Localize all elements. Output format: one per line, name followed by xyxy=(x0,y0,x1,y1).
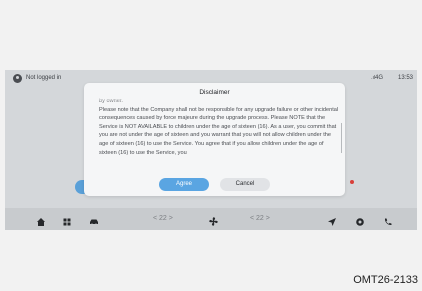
taskbar: < 22 > < 22 > xyxy=(5,208,417,230)
clock: 13:53 xyxy=(397,75,413,81)
phone-icon[interactable] xyxy=(383,214,393,226)
navigation-icon[interactable] xyxy=(327,214,337,226)
home-icon[interactable] xyxy=(36,214,46,226)
dialog-body[interactable]: by owner.Please note that the Company sh… xyxy=(99,97,339,171)
fan-icon[interactable] xyxy=(208,214,218,226)
agree-button[interactable]: Agree xyxy=(159,178,209,191)
fade-bottom xyxy=(99,157,339,171)
disclaimer-dialog: Disclaimer by owner.Please note that the… xyxy=(84,83,345,196)
driver-temperature[interactable]: < 22 > xyxy=(153,214,173,224)
car-icon[interactable] xyxy=(89,214,99,226)
disclaimer-text: by owner.Please note that the Company sh… xyxy=(99,97,339,157)
apps-grid-icon[interactable] xyxy=(62,214,72,226)
dialog-scrollbar[interactable] xyxy=(341,123,342,153)
signal-indicator: .ıl4G xyxy=(371,74,383,83)
settings-icon[interactable] xyxy=(355,214,365,226)
fade-top xyxy=(99,97,339,103)
cancel-button[interactable]: Cancel xyxy=(220,178,270,191)
alert-dot xyxy=(350,180,354,184)
login-status[interactable]: Not logged in xyxy=(26,74,61,83)
dialog-title: Disclaimer xyxy=(199,89,230,96)
user-icon[interactable] xyxy=(13,74,22,83)
passenger-temperature[interactable]: < 22 > xyxy=(250,214,270,224)
figure-code: OMT26-2133 xyxy=(353,274,418,286)
disclaimer-paragraph: Please note that the Company shall not b… xyxy=(99,106,339,156)
network-type: 4G xyxy=(374,75,383,81)
